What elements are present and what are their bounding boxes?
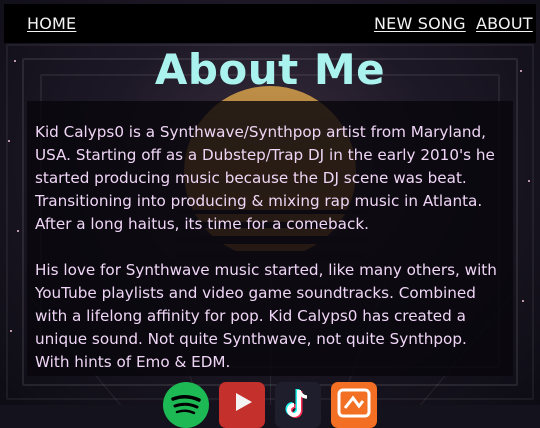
tiktok-icon[interactable] <box>275 382 321 428</box>
spotify-icon[interactable] <box>163 382 209 428</box>
soundcloud-icon[interactable] <box>331 382 377 428</box>
nav-home-link[interactable]: HOME <box>27 14 76 33</box>
youtube-icon[interactable] <box>219 382 265 428</box>
star <box>10 330 12 332</box>
top-nav-bar: HOME NEW SONG ABOUT <box>4 4 536 43</box>
nav-new-song-link[interactable]: NEW SONG <box>374 14 466 33</box>
social-icons-row <box>0 380 540 428</box>
about-content-panel: Kid Calyps0 is a Synthwave/Synthpop arti… <box>27 101 513 376</box>
star <box>522 300 524 302</box>
about-paragraph-1: Kid Calyps0 is a Synthwave/Synthpop arti… <box>35 123 495 233</box>
star <box>17 230 19 232</box>
star <box>8 140 10 142</box>
star <box>528 180 530 182</box>
nav-about-link[interactable]: ABOUT <box>476 14 533 33</box>
page-title: About Me <box>154 45 386 94</box>
about-paragraph-2: His love for Synthwave music started, li… <box>35 261 497 371</box>
